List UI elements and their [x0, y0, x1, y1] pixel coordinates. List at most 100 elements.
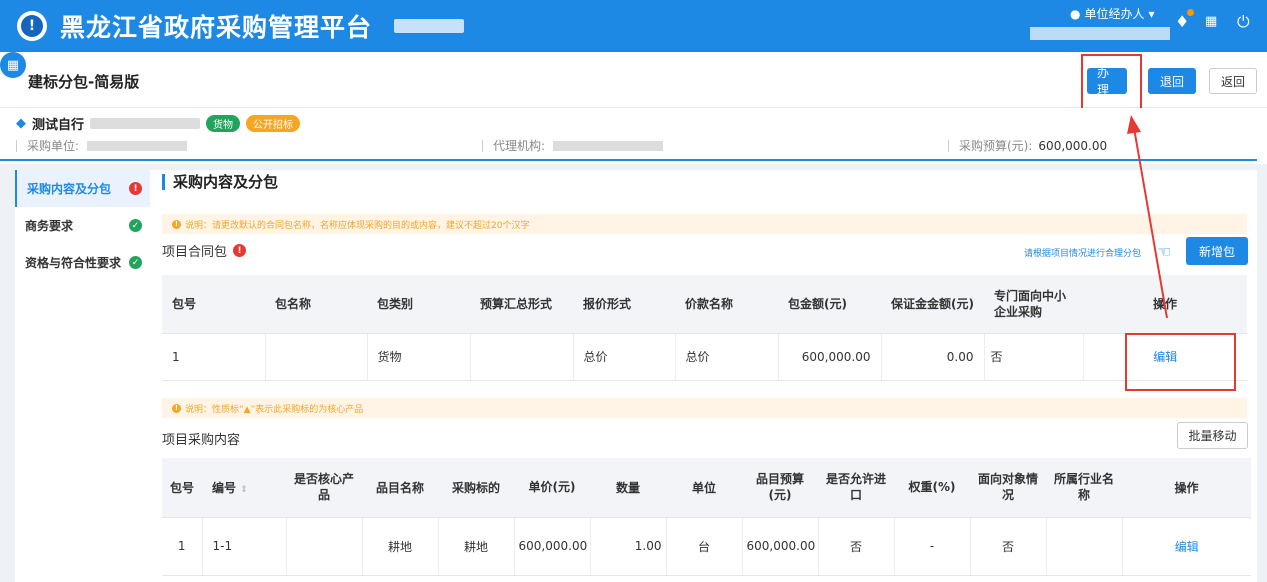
nav-label: 商务要求: [25, 219, 74, 233]
section-title: 采购内容及分包: [162, 174, 278, 190]
info-icon: !: [172, 403, 181, 413]
notice-text: 说明：性质标“▲”表示此采购标的为核心产品: [185, 404, 364, 415]
cell: 600,000.00: [778, 333, 882, 381]
col-header: 编号 ⇕: [202, 458, 286, 518]
cell: 0.00: [881, 333, 985, 381]
batch-move-button[interactable]: 批量移动: [1177, 422, 1248, 449]
send-back-button[interactable]: 退回: [1148, 68, 1196, 94]
redacted-agency: [553, 140, 664, 151]
col-header: 保证金金额(元): [881, 275, 984, 334]
table-row: 1 货物 总价 总价 600,000.00 0.00 否 编辑: [162, 333, 1247, 381]
user-role: 单位经办人: [1084, 7, 1145, 21]
main-content: 采购内容及分包 ! 说明：请更改默认的合同包名称，名称应体现采购的目的或内容，建…: [150, 170, 1257, 582]
budget-label: 采购预算(元):: [959, 139, 1033, 153]
agency-field: 代理机构:: [482, 137, 664, 154]
col-header: 专门面向中小企业采购: [984, 275, 1083, 334]
cell: -: [894, 517, 971, 576]
highlight-box: [1125, 333, 1236, 391]
nav-label: 资格与符合性要求: [25, 256, 122, 270]
cell: 耕地: [438, 517, 515, 576]
edit-item-link[interactable]: 编辑: [1122, 517, 1251, 576]
col-header: 包号: [162, 458, 202, 518]
project-info: ◆ 测试自行 货物 公开招标 采购单位: 代理机构: 采购预算(元): 600,…: [0, 108, 1267, 164]
cell: [265, 333, 368, 381]
col-header: 包号: [162, 275, 265, 334]
col-header: 权重(%): [894, 458, 970, 518]
category-tag: 货物: [206, 115, 241, 132]
cell: [1046, 517, 1123, 576]
col-header: 所属行业名称: [1046, 458, 1122, 518]
redacted-project: [90, 118, 201, 129]
check-icon: ✓: [129, 219, 142, 232]
col-header: 品目预算(元): [742, 458, 818, 518]
col-header: 操作: [1083, 275, 1247, 334]
pointing-hand-icon: ☜: [1157, 242, 1172, 261]
col-header: 包金额(元): [778, 275, 881, 334]
notice-text: 说明：请更改默认的合同包名称，名称应体现采购的目的或内容，建议不超过20个汉字: [185, 220, 530, 231]
col-header-text: 编号: [212, 480, 237, 495]
cell: 货物: [367, 333, 471, 381]
col-header: 操作: [1122, 458, 1251, 518]
platform-logo: !: [17, 11, 47, 41]
cell: 600,000.00: [742, 517, 819, 576]
redacted-region: [394, 19, 465, 33]
redacted-purchaser: [87, 140, 188, 151]
add-package-button[interactable]: 新增包: [1186, 237, 1248, 265]
content-table: 包号 编号 ⇕ 是否核心产品 品目名称 采购标的 单价(元) 数量 单位 品目预…: [162, 458, 1251, 576]
cell: 1: [162, 333, 266, 381]
back-button[interactable]: 返回: [1209, 68, 1257, 94]
split-hint: 请根据项目情况进行合理分包: [1024, 249, 1142, 259]
cell: 1: [162, 517, 203, 576]
cell: 否: [970, 517, 1047, 576]
bell-icon[interactable]: ♦: [1175, 9, 1195, 31]
menu-grid-icon[interactable]: ▦: [0, 52, 26, 78]
cell: 耕地: [362, 517, 439, 576]
notice-banner: ! 说明：性质标“▲”表示此采购标的为核心产品: [162, 398, 1247, 418]
top-bar: ! 黑龙江省政府采购管理平台 ● 单位经办人 ▾ ♦ ▦ ⏻: [0, 0, 1267, 52]
purchaser-label: 采购单位:: [27, 139, 80, 153]
cell: 否: [818, 517, 895, 576]
col-header: 是否核心产品: [286, 458, 362, 518]
agency-label: 代理机构:: [493, 139, 546, 153]
col-header: 采购标的: [438, 458, 514, 518]
redacted-user: [1030, 27, 1170, 40]
nav-label: 采购内容及分包: [27, 182, 112, 196]
page-title: 建标分包-简易版: [28, 73, 140, 91]
col-header: 单位: [666, 458, 742, 518]
project-name-text: 测试自行: [32, 118, 85, 133]
col-header: 面向对象情况: [970, 458, 1046, 518]
sort-icon[interactable]: ⇕: [240, 485, 248, 495]
col-header: 是否允许进口: [818, 458, 894, 518]
divider: [0, 159, 1257, 161]
highlight-box: [1081, 54, 1142, 116]
cell: 总价: [573, 333, 676, 381]
col-header: 单价(元): [514, 458, 590, 518]
project-name: ◆ 测试自行 货物 公开招标: [16, 114, 301, 133]
nav-item-content[interactable]: 采购内容及分包 !: [15, 170, 150, 207]
cell: 1-1: [202, 517, 287, 576]
chevron-down-icon: ▾: [1148, 6, 1155, 21]
cell: 总价: [675, 333, 779, 381]
col-header: 预算汇总形式: [470, 275, 573, 334]
page-header: ▦ 建标分包-简易版 办理 退回 返回: [0, 52, 1267, 116]
purchaser-field: 采购单位:: [16, 137, 188, 154]
col-header: 品目名称: [362, 458, 438, 518]
cell: [286, 517, 363, 576]
packages-label-text: 项目合同包: [162, 245, 228, 260]
nav-item-qualification[interactable]: 资格与符合性要求 ✓: [15, 244, 150, 281]
col-header: 包类别: [367, 275, 470, 334]
col-header: 数量: [590, 458, 666, 518]
cell: 台: [666, 517, 743, 576]
col-header: 报价形式: [573, 275, 675, 334]
col-header: 价款名称: [675, 275, 778, 334]
layers-icon: ◆: [16, 116, 26, 131]
nav-item-business[interactable]: 商务要求 ✓: [15, 207, 150, 244]
cell: 否: [984, 333, 1084, 381]
user-icon: ●: [1070, 6, 1081, 21]
power-icon[interactable]: ⏻: [1237, 12, 1250, 32]
fullscreen-icon[interactable]: ▦: [1205, 14, 1217, 29]
budget-field: 采购预算(元): 600,000.00: [948, 137, 1107, 154]
user-menu[interactable]: ● 单位经办人 ▾: [1070, 5, 1155, 22]
table-header: 包号 编号 ⇕ 是否核心产品 品目名称 采购标的 单价(元) 数量 单位 品目预…: [162, 458, 1251, 518]
app-title: 黑龙江省政府采购管理平台: [60, 13, 373, 42]
